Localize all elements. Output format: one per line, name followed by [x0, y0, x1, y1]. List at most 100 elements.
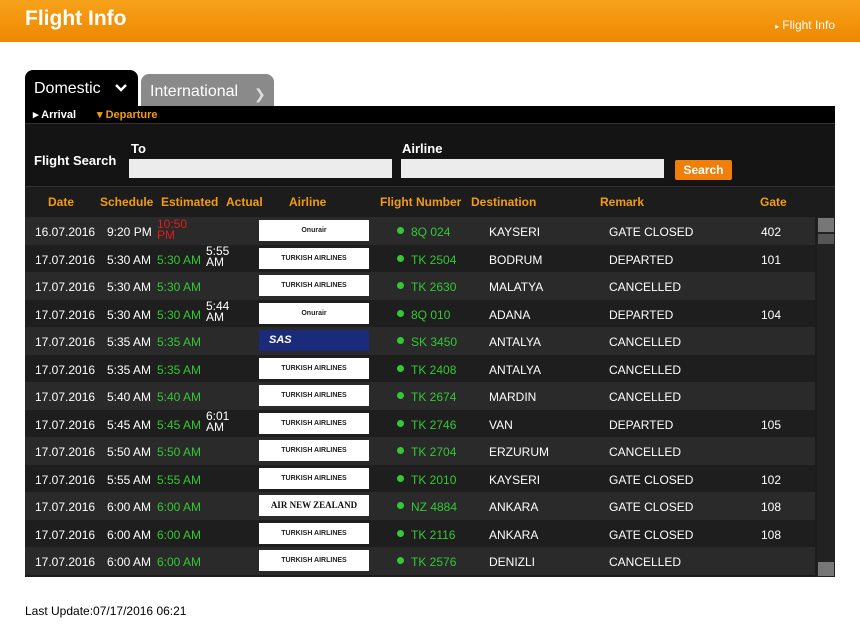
tab-international[interactable]: International ❯ [141, 74, 274, 106]
subtab-departure-label[interactable]: Departure [106, 109, 158, 121]
flight-estimated: 5:30 AM [157, 307, 202, 322]
table-header: Date Schedule Estimated Actual Airline F… [25, 187, 835, 217]
status-dot-icon [397, 254, 404, 262]
flight-remark: DEPARTED [609, 252, 674, 267]
column-date: Date [48, 195, 75, 209]
flight-row: 17.07.2016 6:00 AM 6:00 AM TURKISH AIRLINES… [25, 547, 815, 575]
flight-gate: 102 [761, 472, 782, 487]
flight-estimated: 5:30 AM [157, 252, 202, 267]
flight-number[interactable]: 8Q 010 [411, 308, 450, 322]
caret-right-icon: ▸ [775, 22, 780, 31]
flight-remark: CANCELLED [609, 335, 682, 349]
tab-domestic-label[interactable]: Domestic [34, 80, 101, 98]
airline-logo-text: TURKISH AIRLINES [281, 419, 347, 427]
airline-logo-text: TURKISH AIRLINES [281, 474, 347, 482]
scroll-down-button[interactable] [818, 562, 834, 576]
airline-logo: SAS [259, 330, 369, 351]
flight-estimated: 5:35 AM [157, 335, 202, 349]
flight-destination: DENIZLI [489, 555, 536, 569]
flight-number[interactable]: TK 2674 [411, 390, 456, 404]
flight-gate: 104 [761, 307, 782, 322]
subtab-departure[interactable]: ▾ Departure [97, 108, 158, 121]
flight-number[interactable]: 8Q 024 [411, 225, 450, 239]
flight-destination: ANKARA [489, 527, 539, 542]
flight-date: 16.07.2016 [35, 225, 96, 239]
flight-date: 17.07.2016 [35, 252, 96, 267]
airline-logo-text: TURKISH AIRLINES [281, 282, 347, 289]
breadcrumb[interactable]: ▸ Flight Info [775, 18, 835, 32]
flight-estimated: 5:45 AM [157, 417, 202, 432]
flight-gate: 101 [761, 252, 782, 267]
flight-date: 17.07.2016 [35, 307, 96, 322]
tab-domestic[interactable]: Domestic [25, 70, 138, 106]
flight-estimated: 5:50 AM [157, 445, 202, 459]
status-dot-icon [397, 227, 404, 234]
flight-number[interactable]: SK 3450 [411, 335, 457, 349]
airline-label: Airline [402, 141, 443, 156]
airline-logo: TURKISH AIRLINES [259, 247, 369, 269]
flight-schedule: 6:00 AM [107, 527, 152, 542]
flight-panel: ▸ Arrival ▾ Departure Flight Search To A… [25, 106, 835, 577]
flight-list: 16.07.2016 9:20 PM 10:50 PM Onurair 8Q 024 KA… [25, 217, 815, 575]
flight-destination: KAYSERI [489, 472, 541, 487]
to-input[interactable] [129, 159, 392, 178]
flight-row: 17.07.2016 6:00 AM 6:00 AM TURKISH AIRLINES… [25, 519, 815, 547]
flight-number[interactable]: TK 2576 [411, 555, 456, 569]
flight-schedule: 5:50 AM [107, 445, 152, 459]
scrollbar[interactable] [817, 217, 835, 577]
column-estimated: Estimated [161, 195, 219, 209]
flight-schedule: 6:00 AM [107, 500, 152, 514]
flight-search: Flight Search To Airline Search [25, 124, 835, 187]
status-dot-icon [397, 474, 404, 482]
flight-destination: KAYSERI [489, 225, 541, 239]
flight-schedule: 5:55 AM [107, 472, 152, 487]
flight-schedule: 5:35 AM [107, 362, 152, 377]
scroll-up-button[interactable] [818, 218, 834, 232]
flight-row: 17.07.2016 5:30 AM 5:30 AM TURKISH AIRLINES… [25, 272, 815, 300]
flight-row: 17.07.2016 5:50 AM 5:50 AM TURKISH AIRLINES… [25, 437, 815, 465]
status-dot-icon [397, 447, 404, 454]
flight-number[interactable]: TK 2408 [411, 363, 456, 377]
flight-remark: CANCELLED [609, 280, 682, 294]
airline-logo: AIR NEW ZEALAND [259, 495, 369, 516]
flight-number[interactable]: TK 2704 [411, 445, 456, 459]
flight-number[interactable]: TK 2504 [411, 253, 456, 267]
airline-logo: Onurair [259, 220, 369, 241]
subtab-arrival-label[interactable]: Arrival [41, 109, 76, 121]
airline-logo-text: TURKISH AIRLINES [281, 447, 347, 454]
airline-logo: TURKISH AIRLINES [259, 550, 369, 571]
flight-actual: 5:44 AM [206, 298, 230, 324]
flight-remark: GATE CLOSED [609, 500, 694, 514]
airline-logo-text: TURKISH AIRLINES [281, 254, 347, 262]
chevron-down-icon [115, 84, 127, 92]
status-dot-icon [397, 337, 404, 344]
flight-gate: 108 [761, 500, 782, 514]
breadcrumb-label[interactable]: Flight Info [782, 18, 835, 32]
flight-number[interactable]: TK 2010 [411, 473, 456, 487]
flight-date: 17.07.2016 [35, 445, 96, 459]
chevron-right-icon: ❯ [254, 86, 266, 102]
flight-remark: GATE CLOSED [609, 225, 694, 239]
flight-row: 17.07.2016 5:35 AM 5:35 AM TURKISH AIRLINES… [25, 354, 815, 382]
status-dot-icon [397, 392, 404, 399]
flight-number[interactable]: NZ 4884 [411, 500, 457, 514]
flight-remark: DEPARTED [609, 307, 674, 322]
flight-gate: 108 [761, 527, 782, 542]
flight-gate: 105 [761, 417, 782, 432]
flight-row: 16.07.2016 9:20 PM 10:50 PM Onurair 8Q 024 KA… [25, 217, 815, 245]
column-flight-number: Flight Number [380, 195, 462, 209]
flight-actual: 6:01 AM [206, 408, 230, 434]
flight-number[interactable]: TK 2630 [411, 280, 456, 294]
scroll-thumb[interactable] [818, 234, 834, 244]
flight-schedule: 5:40 AM [107, 390, 152, 404]
flight-remark: CANCELLED [609, 555, 682, 569]
flight-destination: ANKARA [489, 500, 539, 514]
airline-input[interactable] [401, 159, 664, 178]
tab-international-label[interactable]: International [150, 83, 238, 101]
flight-number[interactable]: TK 2116 [411, 528, 455, 542]
subtab-bar: ▸ Arrival ▾ Departure [25, 106, 835, 124]
flight-destination: VAN [489, 417, 513, 432]
subtab-arrival[interactable]: ▸ Arrival [33, 108, 76, 121]
flight-number[interactable]: TK 2746 [411, 418, 456, 432]
search-button[interactable]: Search [675, 160, 732, 180]
